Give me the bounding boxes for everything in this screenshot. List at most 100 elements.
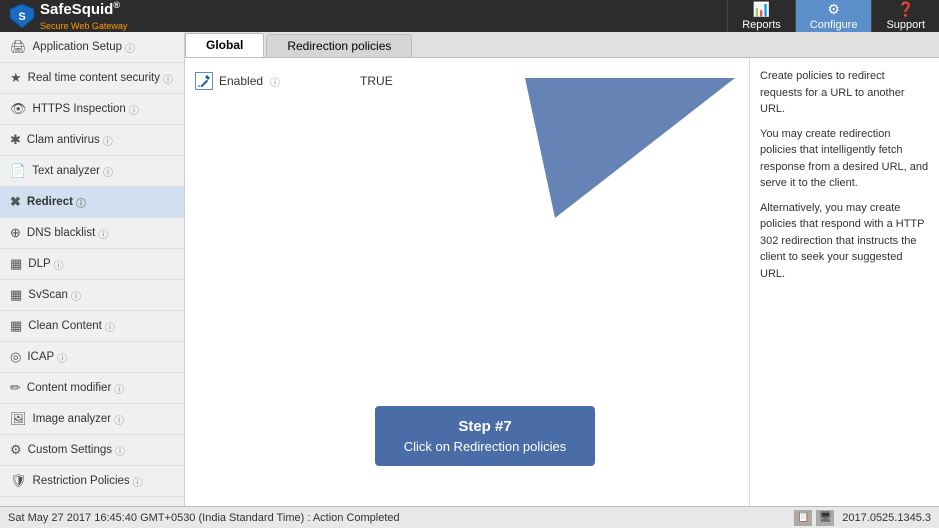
help-icon-9: ⓘ [105,319,115,334]
sidebar-item-image-analyzer[interactable]: 🖼 Image analyzer ⓘ [0,404,184,435]
footer-icons: 📋 🖥 [794,510,834,526]
reports-label: Reports [742,19,781,31]
arrow-overlay [185,58,749,480]
help-icon-10: ⓘ [57,350,67,365]
sidebar-item-label: SvScan [28,289,68,301]
help-icon-0: ⓘ [125,40,135,55]
footer-icon-1[interactable]: 📋 [794,510,812,526]
help-icon-12: ⓘ [114,412,124,427]
help-icon-1: ⓘ [163,71,173,86]
sidebar-item-application-setup[interactable]: 🖨 Application Setup ⓘ [0,32,184,63]
sidebar-item-label: Custom Settings [28,444,112,456]
tab-redirection-label: Redirection policies [287,39,391,53]
image-analyzer-icon: 🖼 [10,411,27,427]
clean-content-icon: ▦ [10,318,22,334]
help-icon-6: ⓘ [98,226,108,241]
footer-icon-2[interactable]: 🖥 [816,510,834,526]
sidebar-item-content-modifier[interactable]: ✏ Content modifier ⓘ [0,373,184,404]
dns-icon: ⊕ [10,225,21,241]
right-panel-text-2: You may create redirection policies that… [760,126,929,192]
sidebar: 🖨 Application Setup ⓘ ★ Real time conten… [0,32,185,506]
help-icon-8: ⓘ [71,288,81,303]
sidebar-item-icap[interactable]: ◎ ICAP ⓘ [0,342,184,373]
sidebar-item-custom-settings[interactable]: ⚙ Custom Settings ⓘ [0,435,184,466]
nav-buttons: 📊 Reports ⚙ Configure ❓ Support [727,0,939,32]
svg-text:S: S [18,11,25,23]
help-icon-4: ⓘ [103,164,113,179]
support-icon: ❓ [897,1,914,18]
configure-icon: ⚙ [827,1,840,18]
left-panel: Enabled ⓘ TRUE [185,58,749,506]
support-label: Support [886,19,925,31]
enabled-label: Enabled [219,74,263,88]
sidebar-item-label: HTTPS Inspection [33,103,126,115]
enabled-row: Enabled ⓘ TRUE [195,72,739,90]
configure-nav-button[interactable]: ⚙ Configure [795,0,872,32]
enabled-checkbox[interactable] [195,72,213,90]
configure-label: Configure [810,19,858,31]
header: S SafeSquid® Secure Web Gateway 📊 Report… [0,0,939,32]
sidebar-item-label: Image analyzer [33,413,112,425]
sidebar-item-label: Clam antivirus [27,134,100,146]
tabs-bar: Global Redirection policies [185,32,939,58]
footer: Sat May 27 2017 16:45:40 GMT+0530 (India… [0,506,939,528]
sidebar-item-svscan[interactable]: ▦ SvScan ⓘ [0,280,184,311]
sidebar-item-text-analyzer[interactable]: 📄 Text analyzer ⓘ [0,156,184,187]
help-icon-14: ⓘ [133,474,143,489]
application-setup-icon: 🖨 [10,39,27,55]
restriction-policies-icon: 🛡 [10,473,27,489]
icap-icon: ◎ [10,349,21,365]
sidebar-item-label: Real time content security [28,72,160,84]
sidebar-item-clam-antivirus[interactable]: ✱ Clam antivirus ⓘ [0,125,184,156]
custom-settings-icon: ⚙ [10,442,22,458]
help-icon-2: ⓘ [129,102,139,117]
help-icon-5: ⓘ [76,195,86,210]
sidebar-item-label: Text analyzer [32,165,100,177]
sidebar-item-label: Redirect [27,196,73,208]
sidebar-item-redirect[interactable]: ✖ Redirect ⓘ [0,187,184,218]
help-icon-11: ⓘ [114,381,124,396]
sidebar-item-label: DLP [28,258,50,270]
right-panel: Create policies to redirect requests for… [749,58,939,506]
content-modifier-icon: ✏ [10,380,21,396]
help-icon-7: ⓘ [54,257,64,272]
content-area: Global Redirection policies [185,32,939,506]
reports-icon: 📊 [753,1,770,18]
https-icon: 👁 [10,101,27,117]
sidebar-item-https-inspection[interactable]: 👁 HTTPS Inspection ⓘ [0,94,184,125]
sidebar-item-restriction-policies[interactable]: 🛡 Restriction Policies ⓘ [0,466,184,497]
enabled-help-icon: ⓘ [270,74,280,89]
footer-version: 2017.0525.1345.3 [842,512,931,524]
tab-redirection-policies[interactable]: Redirection policies [266,34,412,57]
footer-status: Sat May 27 2017 16:45:40 GMT+0530 (India… [8,512,400,524]
page-content: Enabled ⓘ TRUE Create policies to redire… [185,58,939,506]
realtime-icon: ★ [10,70,22,86]
sidebar-item-label: Content modifier [27,382,111,394]
sidebar-item-realtime-content[interactable]: ★ Real time content security ⓘ [0,63,184,94]
logo-area: S SafeSquid® Secure Web Gateway [0,0,127,32]
enabled-value: TRUE [360,74,393,88]
dlp-icon: ▦ [10,256,22,272]
svscan-icon: ▦ [10,287,22,303]
help-icon-13: ⓘ [115,443,125,458]
footer-right: 📋 🖥 2017.0525.1345.3 [794,510,931,526]
redirect-icon: ✖ [10,194,21,210]
support-nav-button[interactable]: ❓ Support [871,0,939,32]
sidebar-item-dns-blacklist[interactable]: ⊕ DNS blacklist ⓘ [0,218,184,249]
text-analyzer-icon: 📄 [10,163,26,179]
sidebar-item-dlp[interactable]: ▦ DLP ⓘ [0,249,184,280]
tab-global[interactable]: Global [185,33,264,57]
sidebar-item-label: Clean Content [28,320,102,332]
sidebar-item-label: Restriction Policies [33,475,130,487]
sidebar-item-label: DNS blacklist [27,227,95,239]
edit-icon [197,74,211,88]
right-panel-text-3: Alternatively, you may create policies t… [760,200,929,283]
reports-nav-button[interactable]: 📊 Reports [727,0,795,32]
right-panel-text-1: Create policies to redirect requests for… [760,68,929,118]
tab-global-label: Global [206,38,243,52]
sidebar-item-label: ICAP [27,351,54,363]
clam-icon: ✱ [10,132,21,148]
sidebar-item-clean-content[interactable]: ▦ Clean Content ⓘ [0,311,184,342]
logo-shield-icon: S [8,2,36,30]
main-layout: 🖨 Application Setup ⓘ ★ Real time conten… [0,32,939,506]
